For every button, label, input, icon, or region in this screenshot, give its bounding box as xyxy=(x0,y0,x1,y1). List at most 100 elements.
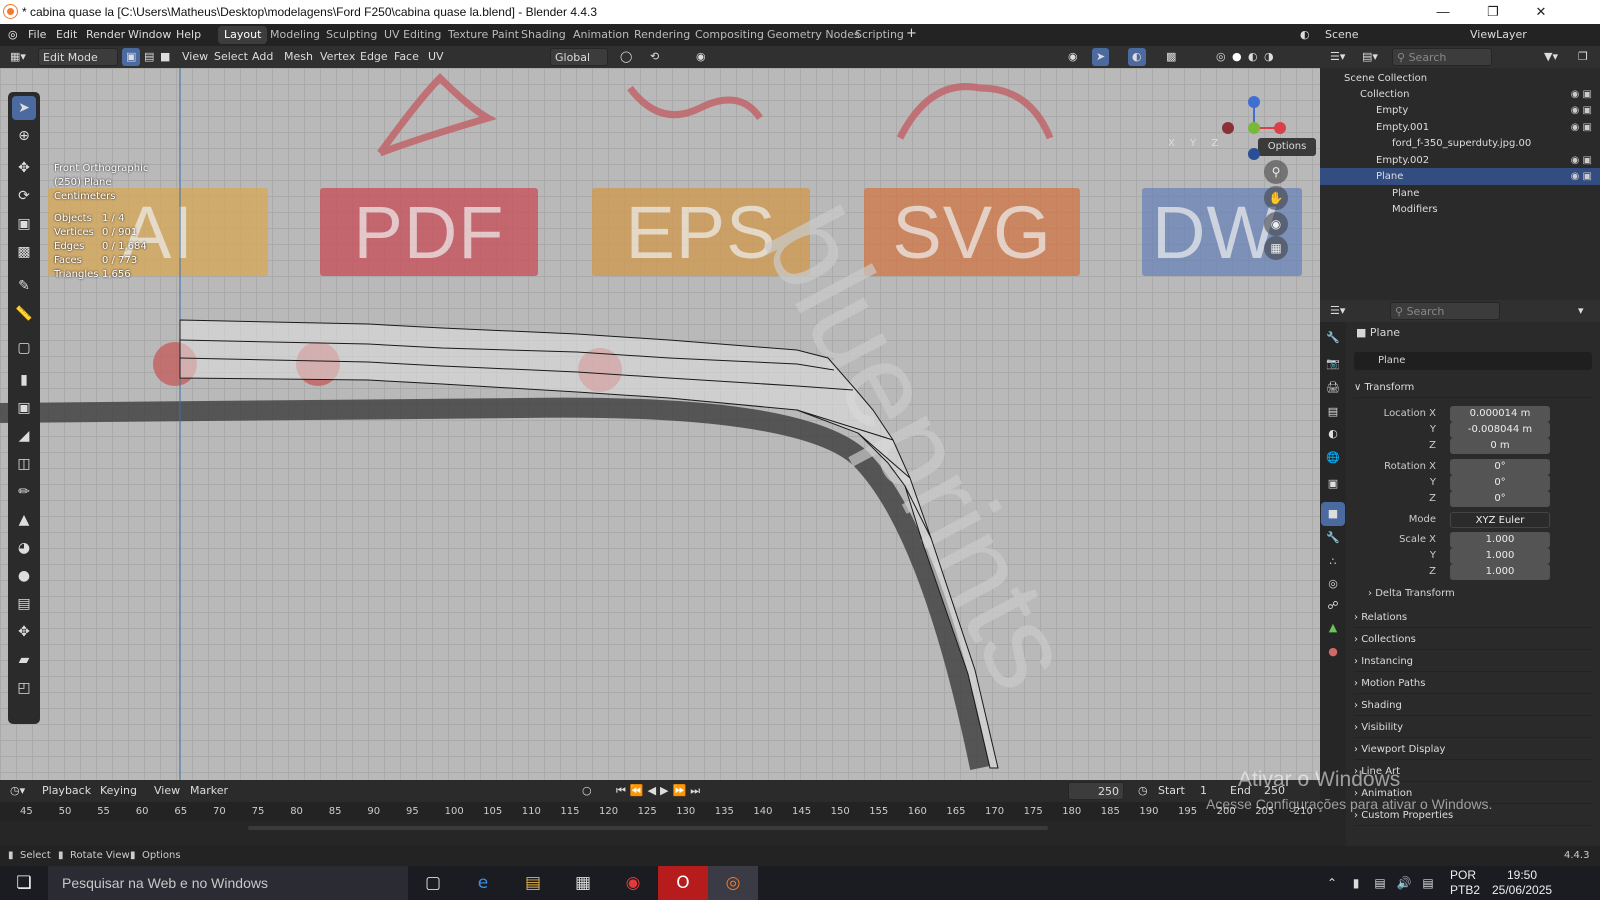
visibility-icon[interactable]: ◉ xyxy=(1064,48,1082,66)
view-layer-tab-icon[interactable]: ▤ xyxy=(1321,400,1345,424)
opera-icon[interactable]: O xyxy=(658,866,708,900)
object-name-field[interactable]: Plane xyxy=(1354,352,1592,370)
measure-icon[interactable]: 📏 xyxy=(12,302,36,326)
output-tab-icon[interactable]: 🖨 xyxy=(1321,376,1345,400)
menu-help[interactable]: Help xyxy=(176,28,201,41)
timeline-ruler[interactable]: 45 50 55 60 65 70 75 80 85 90 95 100 105 110 115 120 125… xyxy=(0,802,1320,822)
transform-icon[interactable]: ▩ xyxy=(12,240,36,264)
restore-button[interactable]: ❐ xyxy=(1470,0,1516,24)
visibility-eye-icon[interactable]: ◉ ▣ xyxy=(1571,152,1592,169)
vertex-select-icon[interactable]: ▣ xyxy=(122,48,141,66)
wireframe-shading-icon[interactable]: ◎ xyxy=(1212,48,1230,66)
tab-shading[interactable]: Shading xyxy=(515,26,572,44)
menu-uv[interactable]: UV xyxy=(424,48,448,66)
physics-tab-icon[interactable]: ◎ xyxy=(1321,572,1345,596)
menu-select[interactable]: Select xyxy=(210,48,252,66)
menu-view[interactable]: View xyxy=(178,48,212,66)
timeline-scrollbar[interactable] xyxy=(248,826,1048,830)
task-view-icon[interactable]: ▢ xyxy=(408,866,458,900)
outliner-item[interactable]: ford_f-350_superduty.jpg.00 xyxy=(1320,135,1600,152)
blender-taskbar-icon[interactable]: ◎ xyxy=(708,866,758,900)
gizmo-toggle-icon[interactable]: ➤ xyxy=(1092,48,1110,66)
rotate-icon[interactable]: ⟳ xyxy=(12,184,36,208)
spin-icon[interactable]: ◕ xyxy=(12,536,36,560)
camera-view-icon[interactable]: ◉ xyxy=(1264,212,1288,236)
mirror-axes-toggle[interactable]: X Y Z xyxy=(1168,138,1224,149)
menu-add[interactable]: Add xyxy=(248,48,277,66)
playback-controls[interactable]: ⏮⏪◀▶⏩⏭ xyxy=(612,782,708,800)
tool-tab-icon[interactable]: 🔧 xyxy=(1321,326,1345,350)
face-select-icon[interactable]: ■ xyxy=(156,48,174,66)
property-value-field[interactable]: 0 m xyxy=(1450,438,1550,454)
properties-section[interactable]: › Relations xyxy=(1354,608,1592,628)
scene-name[interactable]: Scene xyxy=(1325,28,1359,41)
visibility-eye-icon[interactable]: ◉ ▣ xyxy=(1571,102,1592,119)
scene-tab-icon[interactable]: ◐ xyxy=(1321,422,1345,446)
tab-texture-paint[interactable]: Texture Paint xyxy=(442,26,525,44)
outliner-item[interactable]: Modifiers xyxy=(1320,201,1600,218)
display-mode-icon[interactable]: ▤▾ xyxy=(1358,48,1382,66)
visibility-eye-icon[interactable]: ◉ ▣ xyxy=(1571,86,1592,103)
properties-section[interactable]: › Collections xyxy=(1354,630,1592,650)
property-value-field[interactable]: 0° xyxy=(1450,491,1550,507)
section-delta-transform[interactable]: › Delta Transform xyxy=(1368,588,1455,599)
outliner-item[interactable]: Scene Collection xyxy=(1320,70,1600,87)
timeline-editor-icon[interactable]: ◷▾ xyxy=(6,782,29,800)
xray-icon[interactable]: ▩ xyxy=(1162,48,1180,66)
tab-layout[interactable]: Layout xyxy=(218,26,268,44)
tab-sculpting[interactable]: Sculpting xyxy=(320,26,383,44)
annotate-icon[interactable]: ✎ xyxy=(12,274,36,298)
menu-window[interactable]: Window xyxy=(128,28,171,41)
timeline-body[interactable] xyxy=(0,822,1320,846)
tray-chevron-icon[interactable]: ⌃ xyxy=(1320,866,1344,900)
close-button[interactable]: ✕ xyxy=(1518,0,1564,24)
visibility-eye-icon[interactable]: ◉ ▣ xyxy=(1571,168,1592,185)
shear-icon[interactable]: ▰ xyxy=(12,648,36,672)
record-icon[interactable]: ○ xyxy=(578,782,596,800)
pivot-icon[interactable]: ◯ xyxy=(616,48,636,66)
properties-section[interactable]: › Motion Paths xyxy=(1354,674,1592,694)
outliner-item[interactable]: Plane ◉ ▣ xyxy=(1320,168,1600,185)
property-value-field[interactable]: 0.000014 m xyxy=(1450,406,1550,422)
inset-icon[interactable]: ▣ xyxy=(12,396,36,420)
data-tab-icon[interactable]: ▲ xyxy=(1321,616,1345,640)
navigation-gizmo[interactable] xyxy=(1218,92,1288,162)
outliner-item[interactable]: Empty.002 ◉ ▣ xyxy=(1320,152,1600,169)
menu-playback[interactable]: Playback xyxy=(38,782,95,800)
property-value-field[interactable]: 1.000 xyxy=(1450,532,1550,548)
properties-section[interactable]: › Instancing xyxy=(1354,652,1592,672)
perspective-toggle-icon[interactable]: ▦ xyxy=(1264,236,1288,260)
modifier-tab-icon[interactable]: 🔧 xyxy=(1321,526,1345,550)
constraints-tab-icon[interactable]: ☍ xyxy=(1321,594,1345,618)
smooth-icon[interactable]: ● xyxy=(12,564,36,588)
outliner-item[interactable]: Collection ◉ ▣ xyxy=(1320,86,1600,103)
menu-keying[interactable]: Keying xyxy=(96,782,141,800)
outliner-item[interactable]: Empty ◉ ▣ xyxy=(1320,102,1600,119)
menu-mesh[interactable]: Mesh xyxy=(280,48,317,66)
notification-icon[interactable]: ▤ xyxy=(1416,866,1440,900)
properties-editor-icon[interactable]: ☰▾ xyxy=(1326,302,1349,320)
battery-icon[interactable]: ▮ xyxy=(1344,866,1368,900)
property-value-field[interactable]: 1.000 xyxy=(1450,548,1550,564)
poly-build-icon[interactable]: ▲ xyxy=(12,508,36,532)
menu-render[interactable]: Render xyxy=(86,28,125,41)
tab-uv-editing[interactable]: UV Editing xyxy=(378,26,447,44)
properties-search[interactable]: ⚲ Search xyxy=(1390,302,1500,320)
new-collection-icon[interactable]: ❐ xyxy=(1574,48,1592,66)
clock[interactable]: 19:50 25/06/2025 xyxy=(1492,868,1552,898)
scale-icon[interactable]: ▣ xyxy=(12,212,36,236)
properties-section[interactable]: › Shading xyxy=(1354,696,1592,716)
property-value-field[interactable]: XYZ Euler xyxy=(1450,512,1550,528)
render-tab-icon[interactable]: 📷 xyxy=(1321,352,1345,376)
editor-type-icon[interactable]: ▦▾ xyxy=(6,48,30,66)
orientation-dropdown[interactable]: Global xyxy=(550,48,608,66)
overlay-toggle-icon[interactable]: ◐ xyxy=(1128,48,1146,66)
language-indicator[interactable]: POR PTB2 xyxy=(1450,868,1480,898)
proportional-edit-icon[interactable]: ◉ xyxy=(692,48,710,66)
network-icon[interactable]: ▤ xyxy=(1368,866,1392,900)
property-value-field[interactable]: 0° xyxy=(1450,459,1550,475)
section-transform[interactable]: ∨ Transform xyxy=(1354,378,1592,398)
extrude-icon[interactable]: ▮ xyxy=(12,368,36,392)
pan-hand-icon[interactable]: ✋ xyxy=(1264,186,1288,210)
current-frame-field[interactable]: 250 xyxy=(1068,782,1124,800)
